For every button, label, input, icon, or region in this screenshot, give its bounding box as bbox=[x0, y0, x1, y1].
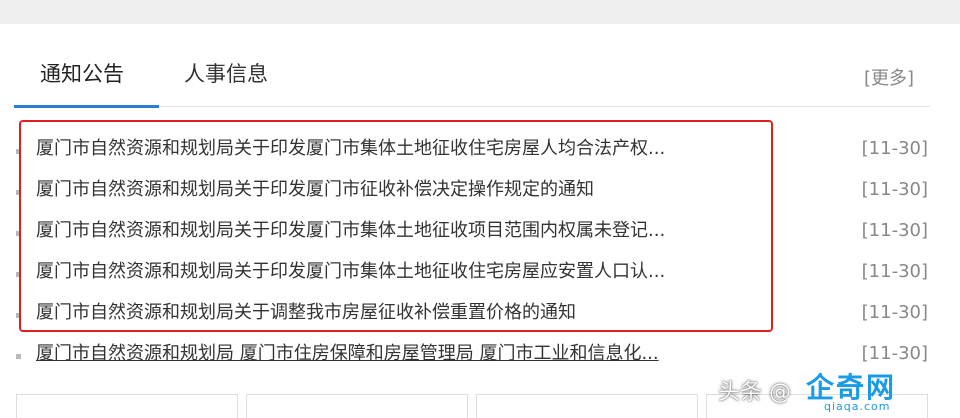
notice-date: [11-30] bbox=[861, 261, 928, 282]
list-item: 厦门市自然资源和规划局关于印发厦门市集体土地征收项目范围内权属未登记... [1… bbox=[0, 216, 960, 246]
card[interactable] bbox=[16, 394, 238, 418]
notice-title-link[interactable]: 厦门市自然资源和规划局关于印发厦门市集体土地征收项目范围内权属未登记... bbox=[36, 216, 665, 246]
tab-notices[interactable]: 通知公告 bbox=[40, 60, 124, 88]
list-item: 厦门市自然资源和规划局关于印发厦门市集体土地征收住宅房屋应安置人口认... [1… bbox=[0, 257, 960, 287]
notice-date: [11-30] bbox=[861, 138, 928, 159]
bullet-icon bbox=[16, 190, 21, 195]
notice-title-link[interactable]: 厦门市自然资源和规划局 厦门市住房保障和房屋管理局 厦门市工业和信息化... bbox=[36, 339, 659, 369]
card[interactable] bbox=[246, 394, 468, 418]
active-tab-indicator bbox=[14, 105, 159, 108]
top-strip bbox=[0, 0, 960, 24]
notice-title-link[interactable]: 厦门市自然资源和规划局关于调整我市房屋征收补偿重置价格的通知 bbox=[36, 298, 576, 328]
card[interactable] bbox=[476, 394, 698, 418]
list-item: 厦门市自然资源和规划局关于印发厦门市征收补偿决定操作规定的通知 [11-30] bbox=[0, 175, 960, 205]
notice-date: [11-30] bbox=[861, 220, 928, 241]
card[interactable] bbox=[706, 394, 928, 418]
notice-title-link[interactable]: 厦门市自然资源和规划局关于印发厦门市征收补偿决定操作规定的通知 bbox=[36, 175, 594, 205]
list-item: 厦门市自然资源和规划局 厦门市住房保障和房屋管理局 厦门市工业和信息化... [… bbox=[0, 339, 960, 369]
bullet-icon bbox=[16, 354, 21, 359]
tab-personnel[interactable]: 人事信息 bbox=[184, 60, 268, 88]
bullet-icon bbox=[16, 149, 21, 154]
notice-date: [11-30] bbox=[861, 302, 928, 323]
notice-date: [11-30] bbox=[861, 179, 928, 200]
bottom-cards bbox=[0, 394, 960, 418]
notice-title-link[interactable]: 厦门市自然资源和规划局关于印发厦门市集体土地征收住宅房屋人均合法产权... bbox=[36, 134, 665, 164]
bullet-icon bbox=[16, 272, 21, 277]
list-item: 厦门市自然资源和规划局关于印发厦门市集体土地征收住宅房屋人均合法产权... [1… bbox=[0, 134, 960, 164]
more-link[interactable]: [更多] bbox=[864, 64, 914, 90]
notice-title-link[interactable]: 厦门市自然资源和规划局关于印发厦门市集体土地征收住宅房屋应安置人口认... bbox=[36, 257, 665, 287]
bullet-icon bbox=[16, 231, 21, 236]
tab-bar: 通知公告 人事信息 [更多] bbox=[14, 52, 930, 108]
list-item: 厦门市自然资源和规划局关于调整我市房屋征收补偿重置价格的通知 [11-30] bbox=[0, 298, 960, 328]
notice-date: [11-30] bbox=[861, 343, 928, 364]
bullet-icon bbox=[16, 313, 21, 318]
